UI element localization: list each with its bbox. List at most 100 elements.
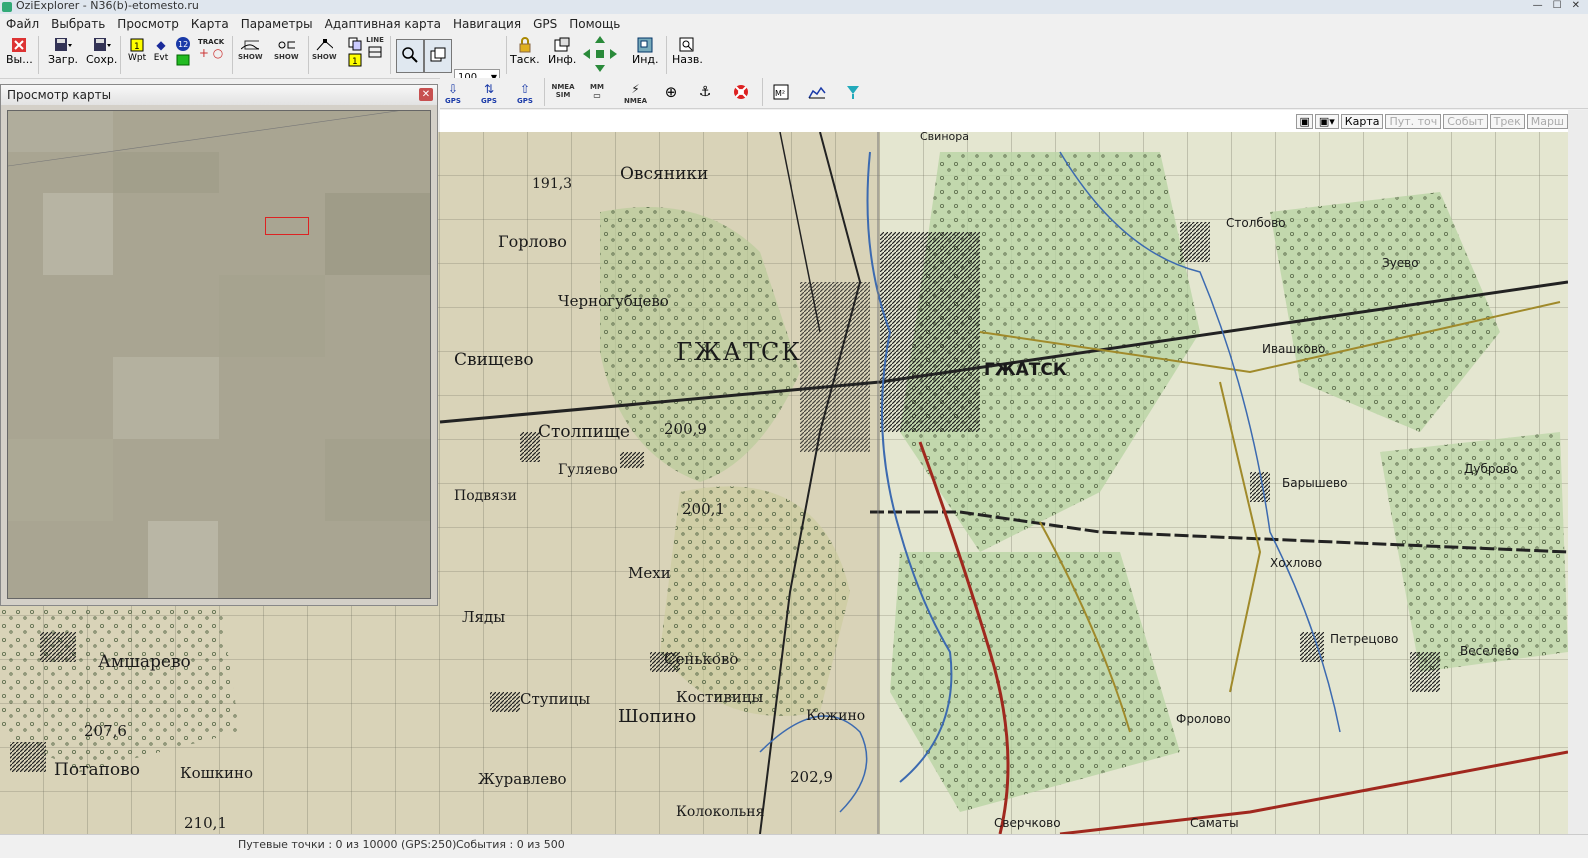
- elevation-210-1: 210,1: [184, 814, 227, 832]
- floppy-save-icon: [93, 37, 111, 53]
- label-kozhino: Кожино: [806, 708, 866, 724]
- close-window-icon[interactable]: ✕: [1572, 0, 1580, 11]
- area-button[interactable]: M²: [772, 84, 790, 100]
- label-petretsovo: Петрецово: [1330, 632, 1399, 646]
- tab-track[interactable]: Трек: [1489, 114, 1525, 129]
- title-bar: OziExplorer - N36(b)-etomesto.ru — ☐ ✕: [0, 0, 1588, 14]
- show-label-2: SHOW: [274, 53, 299, 61]
- area-m2-icon: M²: [772, 84, 790, 100]
- menu-settings[interactable]: Параметры: [235, 17, 319, 31]
- show-points-button[interactable]: SHOW: [274, 37, 299, 61]
- signal-icon: [844, 84, 862, 100]
- menu-view[interactable]: Просмотр: [111, 17, 185, 31]
- tab-route[interactable]: Марш: [1526, 114, 1568, 129]
- name-label: Назв.: [672, 53, 703, 66]
- label-svinora: Свинора: [920, 132, 969, 143]
- map-vertical-scrollbar[interactable]: [1568, 110, 1588, 834]
- menu-map[interactable]: Карта: [185, 17, 235, 31]
- magnifier-icon: [401, 47, 419, 63]
- signal-button[interactable]: [844, 84, 862, 100]
- menu-select[interactable]: Выбрать: [45, 17, 111, 31]
- windows-icon: [429, 47, 447, 63]
- gps-upload-icon: ⇧: [519, 82, 531, 96]
- map-preview-titlebar[interactable]: Просмотр карты ✕: [1, 85, 437, 105]
- menu-adaptive-map[interactable]: Адаптивная карта: [319, 17, 447, 31]
- alarm-button[interactable]: [732, 84, 750, 100]
- mm-bar-icon: ▭: [593, 91, 601, 100]
- label-amsharevo: Амшарево: [98, 652, 191, 672]
- magnify-button[interactable]: [396, 39, 424, 73]
- copy-button[interactable]: 1: [346, 36, 364, 68]
- save-view-icon[interactable]: ▣▾: [1314, 114, 1339, 129]
- window-title: OziExplorer - N36(b)-etomesto.ru: [16, 0, 199, 12]
- moving-map-button[interactable]: MM ▭: [590, 83, 604, 100]
- info-button[interactable]: Инф.: [548, 37, 576, 66]
- anchor-button[interactable]: ⚓: [696, 84, 714, 100]
- floppy-load-icon: [54, 37, 73, 53]
- label-stupitsy: Ступицы: [520, 690, 591, 708]
- label-dubrovo: Дуброво: [1464, 462, 1518, 476]
- exit-label: Вы...: [6, 53, 33, 66]
- gps-toolbar: ⇩ GPS ⇅ GPS ⇧ GPS NMEA SIM MM ▭ ⚡ NMEA ⊕…: [440, 78, 1588, 109]
- exit-button[interactable]: Вы...: [6, 37, 33, 66]
- viewport-selection-rect[interactable]: [265, 217, 309, 235]
- gps-receive-button[interactable]: ⇩ GPS: [444, 81, 462, 105]
- line-button[interactable]: LINE: [366, 36, 384, 60]
- crosshair-icon: ⊕: [664, 83, 678, 101]
- index-button[interactable]: Инд.: [632, 37, 659, 66]
- move-arrows-button[interactable]: [582, 35, 618, 76]
- mm-label: MM: [590, 83, 604, 91]
- show-route-button[interactable]: SHOW: [312, 37, 337, 61]
- tab-waypoints[interactable]: Пут. точ: [1385, 114, 1442, 129]
- save-button[interactable]: Сохр.: [86, 37, 117, 66]
- drag-button[interactable]: Таск.: [510, 37, 540, 66]
- show-track-button[interactable]: SHOW: [238, 37, 263, 61]
- label-zuevo: Зуево: [1382, 256, 1419, 270]
- show-label-3: SHOW: [312, 53, 337, 61]
- map-preview-canvas[interactable]: [7, 110, 431, 599]
- status-events: События : 0 из 500: [456, 838, 565, 851]
- menu-gps[interactable]: GPS: [527, 17, 563, 31]
- gps-send-button[interactable]: ⇧ GPS: [516, 81, 534, 105]
- print-icon[interactable]: ▣: [1296, 114, 1313, 129]
- crosshair-button[interactable]: ⊕: [662, 83, 680, 101]
- map-preview-window: Просмотр карты ✕: [0, 84, 438, 606]
- drag-label: Таск.: [510, 53, 540, 66]
- tab-map[interactable]: Карта: [1340, 114, 1384, 129]
- evt-label: Evt: [153, 53, 169, 63]
- profile-button[interactable]: [808, 84, 826, 100]
- elevation-200-9: 200,9: [664, 420, 707, 438]
- window-view-button[interactable]: [424, 39, 452, 73]
- info-label: Инф.: [548, 53, 577, 66]
- app-icon: [2, 2, 12, 12]
- label-chernogubtsevo: Черногубцево: [558, 292, 669, 310]
- tab-events[interactable]: Событ: [1443, 114, 1488, 129]
- waypoint-button[interactable]: 1 Wpt: [128, 37, 146, 63]
- label-stolpishche: Столпище: [538, 422, 630, 442]
- label-ovsyaniki: Овсяники: [620, 164, 709, 184]
- lifebuoy-icon: [732, 84, 750, 100]
- gps-exchange-button[interactable]: ⇅ GPS: [480, 81, 498, 105]
- waypoint-icon: 1: [128, 37, 146, 53]
- close-icon[interactable]: ✕: [419, 88, 433, 101]
- menu-help[interactable]: Помощь: [563, 17, 626, 31]
- maximize-icon[interactable]: ☐: [1553, 0, 1562, 11]
- nmea-button[interactable]: ⚡ NMEA: [624, 81, 647, 105]
- load-button[interactable]: Загр.: [48, 37, 78, 66]
- number-button[interactable]: 12: [174, 36, 192, 68]
- svg-text:1: 1: [352, 57, 358, 67]
- label-zhuravlevo: Журавлево: [478, 770, 567, 788]
- anchor-icon: ⚓: [698, 84, 712, 100]
- menu-file[interactable]: Файл: [0, 17, 45, 31]
- wpt-label: Wpt: [128, 53, 147, 63]
- label-sverchkovo: Сверчково: [994, 816, 1061, 830]
- track-button[interactable]: TRACK + ○: [198, 38, 224, 60]
- name-search-button[interactable]: Назв.: [672, 37, 703, 66]
- menu-navigation[interactable]: Навигация: [447, 17, 527, 31]
- event-button[interactable]: ◆ Evt: [152, 37, 170, 63]
- move-arrows-icon: [582, 35, 618, 76]
- number-one-icon: 1: [346, 52, 364, 68]
- gps-label-3: GPS: [517, 97, 533, 105]
- nmea-sim-button[interactable]: NMEA SIM: [551, 83, 574, 99]
- minimize-icon[interactable]: —: [1533, 0, 1543, 11]
